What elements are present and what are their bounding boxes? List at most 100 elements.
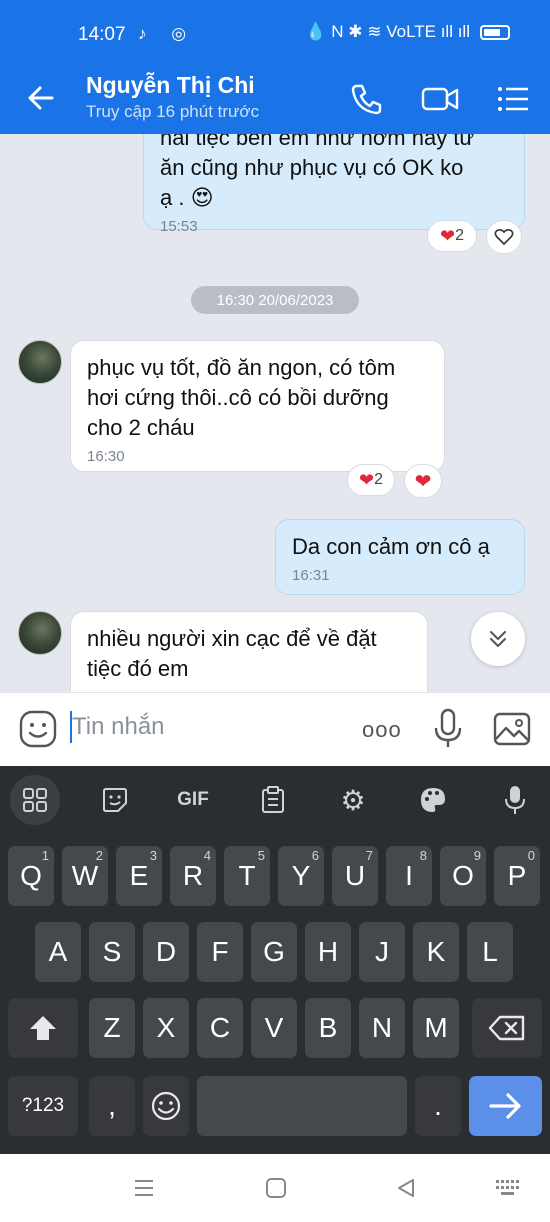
- message-input[interactable]: Tin nhắn: [72, 713, 165, 741]
- key-v[interactable]: V: [251, 998, 297, 1058]
- message-text-line: ạ . 😍: [160, 185, 214, 210]
- message-text-line: nhiều người xin cạc để về đặt: [87, 626, 377, 651]
- key-d[interactable]: D: [143, 922, 189, 982]
- battery-icon: [480, 24, 510, 40]
- scroll-to-bottom-button[interactable]: [471, 612, 525, 666]
- arrow-left-icon: [28, 86, 54, 110]
- back-nav-button[interactable]: [392, 1174, 420, 1202]
- date-separator: 16:30 20/06/2023: [191, 286, 359, 314]
- message-text-line: ăn cũng như phục vụ có OK ko: [160, 155, 464, 180]
- key-send[interactable]: [469, 1076, 542, 1136]
- key-comma[interactable]: ,: [89, 1076, 135, 1136]
- message-list[interactable]: hải tiệc bên em như nơm nay từ ăn cũng n…: [0, 134, 550, 692]
- key-a[interactable]: A: [35, 922, 81, 982]
- chat-menu-button[interactable]: [494, 80, 532, 118]
- contact-avatar[interactable]: [18, 611, 62, 655]
- keyboard-voice-button[interactable]: [490, 778, 540, 822]
- recent-apps-button[interactable]: [130, 1174, 158, 1202]
- message-text-line: phục vụ tốt, đồ ăn ngon, có tôm: [87, 355, 396, 380]
- key-g[interactable]: G: [251, 922, 297, 982]
- key-x[interactable]: X: [143, 998, 189, 1058]
- status-bar: 14:07 ♪ ◎ 💧 N ✱ ≋ VoLTE ıll ıll: [0, 0, 550, 62]
- key-r[interactable]: R4: [170, 846, 216, 906]
- message-text-line: Da con cảm ơn cô ạ: [292, 534, 490, 559]
- key-m[interactable]: M: [413, 998, 459, 1058]
- message-text-line: hơi cứng thôi..cô có bồi dưỡng: [87, 385, 389, 410]
- key-l[interactable]: L: [467, 922, 513, 982]
- video-call-button[interactable]: [420, 80, 459, 118]
- key-t[interactable]: T5: [224, 846, 270, 906]
- reaction-count-label: 2: [374, 471, 383, 488]
- key-u[interactable]: U7: [332, 846, 378, 906]
- triangle-back-icon: [398, 1179, 414, 1197]
- microphone-icon: [505, 786, 525, 814]
- key-y[interactable]: Y6: [278, 846, 324, 906]
- key-period[interactable]: .: [415, 1076, 461, 1136]
- message-bubble-incoming[interactable]: nhiều người xin cạc để về đặt tiệc đó em: [70, 611, 428, 692]
- send-arrow-icon: [488, 1093, 521, 1119]
- call-button[interactable]: [348, 80, 386, 118]
- key-z[interactable]: Z: [89, 998, 135, 1058]
- keyboard-apps-button[interactable]: [10, 775, 60, 825]
- key-j[interactable]: J: [359, 922, 405, 982]
- key-backspace[interactable]: [472, 998, 542, 1058]
- key-k[interactable]: K: [413, 922, 459, 982]
- status-time: 14:07: [78, 24, 126, 45]
- zalo-chat-screen: 14:07 ♪ ◎ 💧 N ✱ ≋ VoLTE ıll ıll Nguyễn T…: [0, 0, 550, 1222]
- chevron-double-down-icon: [490, 631, 506, 647]
- chat-header: Nguyễn Thị Chi Truy cập 16 phút trước: [0, 62, 550, 134]
- key-symbols[interactable]: ?123: [8, 1076, 78, 1136]
- contact-avatar[interactable]: [18, 340, 62, 384]
- grid-icon: [23, 788, 47, 812]
- key-p[interactable]: P0: [494, 846, 540, 906]
- key-space[interactable]: [197, 1076, 407, 1136]
- reaction-count-label: 2: [455, 227, 464, 244]
- key-b[interactable]: B: [305, 998, 351, 1058]
- palette-icon: [421, 788, 445, 812]
- keyboard-gif-button[interactable]: GIF: [168, 778, 218, 822]
- key-shift[interactable]: [8, 998, 78, 1058]
- voice-message-button[interactable]: [432, 707, 464, 756]
- key-i[interactable]: I8: [386, 846, 432, 906]
- more-options-button[interactable]: ooo: [362, 717, 402, 743]
- reaction-count[interactable]: ❤ 2: [347, 464, 395, 496]
- reaction-count[interactable]: ❤ 2: [427, 220, 477, 252]
- phone-icon: [351, 84, 382, 115]
- key-q[interactable]: Q1: [8, 846, 54, 906]
- key-c[interactable]: C: [197, 998, 243, 1058]
- message-bubble-incoming[interactable]: phục vụ tốt, đồ ăn ngon, có tôm hơi cứng…: [70, 340, 445, 472]
- heart-icon: ❤: [359, 469, 375, 490]
- sticker-button[interactable]: [18, 709, 58, 754]
- keyboard-sticker-button[interactable]: [90, 778, 140, 822]
- key-w[interactable]: W2: [62, 846, 108, 906]
- message-bubble-outgoing[interactable]: hải tiệc bên em như nơm nay từ ăn cũng n…: [143, 134, 525, 235]
- system-navigation-bar: [0, 1154, 550, 1222]
- back-button[interactable]: [22, 78, 62, 118]
- key-h[interactable]: H: [305, 922, 351, 982]
- keyboard-theme-button[interactable]: [408, 778, 458, 822]
- add-reaction-button[interactable]: [486, 220, 522, 254]
- status-app-icons: ♪ ◎: [138, 24, 197, 43]
- message-time: 16:31: [292, 567, 330, 584]
- key-o[interactable]: O9: [440, 846, 486, 906]
- keyboard-hide-button[interactable]: [494, 1174, 522, 1202]
- contact-last-seen: Truy cập 16 phút trước: [86, 102, 260, 121]
- gear-icon: ⚙: [340, 784, 366, 816]
- key-e[interactable]: E3: [116, 846, 162, 906]
- key-s[interactable]: S: [89, 922, 135, 982]
- my-reaction-heart[interactable]: ❤: [404, 464, 442, 498]
- home-button[interactable]: [262, 1174, 290, 1202]
- heart-icon: ❤: [414, 470, 432, 493]
- backspace-icon: [488, 1015, 525, 1041]
- contact-name[interactable]: Nguyễn Thị Chi: [86, 72, 255, 99]
- key-f[interactable]: F: [197, 922, 243, 982]
- message-bubble-outgoing[interactable]: Da con cảm ơn cô ạ 16:31: [275, 519, 525, 595]
- status-indicators: 💧 N ✱ ≋ VoLTE ıll ıll: [305, 22, 470, 41]
- message-composer: Tin nhắn ooo: [0, 692, 550, 766]
- key-emoji[interactable]: [143, 1076, 189, 1136]
- status-right-icons: 💧 N ✱ ≋ VoLTE ıll ıll: [305, 22, 510, 42]
- send-image-button[interactable]: [492, 709, 532, 754]
- keyboard-settings-button[interactable]: ⚙: [328, 778, 378, 822]
- key-n[interactable]: N: [359, 998, 405, 1058]
- keyboard-clipboard-button[interactable]: [248, 778, 298, 822]
